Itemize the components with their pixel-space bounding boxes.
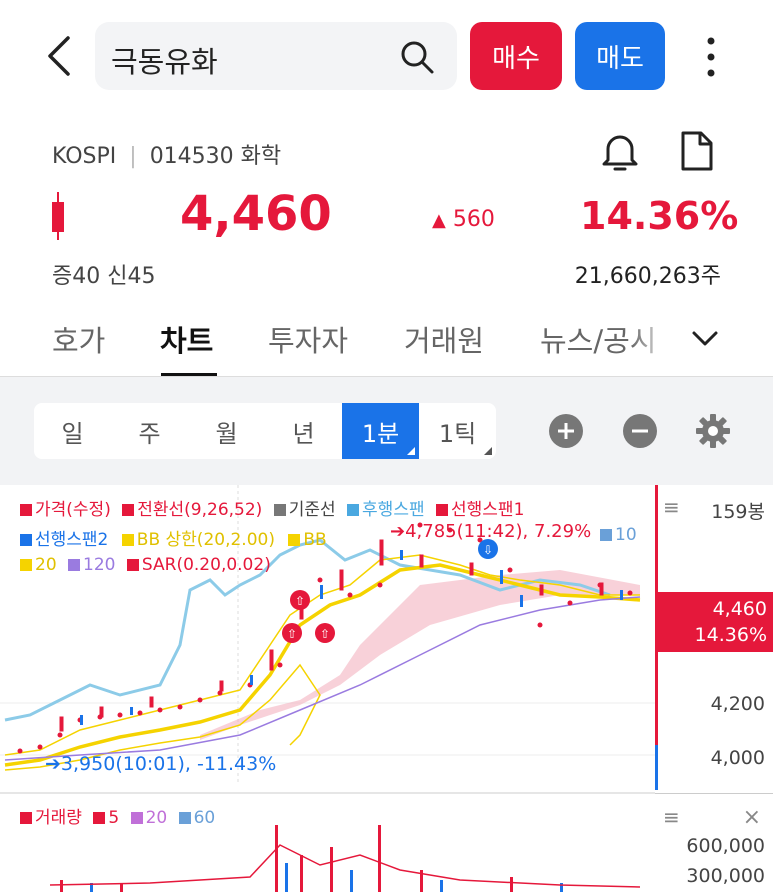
legend-bb-upper: BB 상한(20,2.00) xyxy=(136,530,275,550)
legend-swatch xyxy=(273,504,286,516)
tag-percent: 14.36% xyxy=(694,624,767,646)
legend-swatch xyxy=(126,559,139,571)
legend-base: 기준선 xyxy=(288,500,336,520)
legend-price: 가격(수정) xyxy=(35,500,111,520)
period-year[interactable]: 년 xyxy=(265,403,342,459)
legend-swatch xyxy=(122,504,135,516)
search-bar[interactable]: 극동유화 xyxy=(95,22,457,90)
legend-line-1: 가격(수정) 전환선(9,26,52) 기준선 후행스팬 선행스팬1 xyxy=(20,495,524,520)
chevron-down-icon[interactable] xyxy=(690,328,720,350)
legend-line-3: 20 120 SAR(0.20,0.02) xyxy=(20,555,271,575)
price-change: ▲ 560 xyxy=(432,207,495,232)
close-icon[interactable]: × xyxy=(743,805,761,830)
legend-swatch xyxy=(68,559,81,571)
volume-legend: 거래량 5 20 60 xyxy=(20,803,215,828)
legend-swatch xyxy=(20,559,32,571)
period-week[interactable]: 주 xyxy=(111,403,188,459)
legend-lead1: 선행스팬1 xyxy=(451,500,525,520)
legend-ma10: 10 xyxy=(600,525,637,545)
svg-text:⇧: ⇧ xyxy=(295,594,305,608)
back-arrow-icon[interactable] xyxy=(40,30,80,82)
code-sector: 014530 화학 xyxy=(149,144,282,169)
volume-ma5: 5 xyxy=(108,808,120,828)
legend-line-2: 선행스팬2 BB 상한(20,2.00) BB xyxy=(20,525,327,550)
stock-name: 극동유화 xyxy=(111,45,218,79)
legend-swatch xyxy=(600,529,612,541)
trade-volume: 21,660,263주 xyxy=(574,264,721,289)
tab-investor[interactable]: 투자자 xyxy=(268,318,348,360)
legend-swatch xyxy=(130,812,143,824)
legend-conversion: 전환선(9,26,52) xyxy=(137,500,263,520)
legend-bb-mid: BB xyxy=(303,530,327,550)
legend-swatch xyxy=(288,534,301,546)
svg-text:⇧: ⇧ xyxy=(320,627,330,641)
legend-swatch xyxy=(436,504,449,516)
bell-icon[interactable] xyxy=(600,130,640,172)
period-selector: 일 주 월 년 1분 1틱 xyxy=(34,403,496,459)
legend-ma20: 20 xyxy=(35,555,57,575)
change-value: 560 xyxy=(452,207,495,232)
zoom-out-icon[interactable] xyxy=(622,413,658,449)
zoom-in-icon[interactable] xyxy=(548,413,584,449)
search-icon[interactable] xyxy=(399,39,435,75)
period-1tick[interactable]: 1틱 xyxy=(419,403,496,459)
volume-menu-icon[interactable]: ≡ xyxy=(663,805,680,829)
period-month[interactable]: 월 xyxy=(188,403,265,459)
candle-icon xyxy=(52,192,64,240)
low-annotation-text: 3,950(10:01), -11.43% xyxy=(60,753,277,775)
legend-sar: SAR(0.20,0.02) xyxy=(141,555,271,575)
tab-broker[interactable]: 거래원 xyxy=(404,318,484,360)
price-chart[interactable]: ⇧ ⇧ ⇧ ⇩ 가격(수정) 전환선(9,26,52) 기준선 후행스팬 선행스… xyxy=(0,485,660,892)
change-percent: 14.36% xyxy=(580,194,739,238)
svg-text:⇧: ⇧ xyxy=(287,627,297,641)
legend-ma120: 120 xyxy=(83,555,116,575)
market-info: KOSPI | 014530 화학 xyxy=(52,138,281,170)
y-tick-4200: 4,200 xyxy=(710,693,765,715)
legend-swatch xyxy=(121,534,134,546)
volume-label: 거래량 xyxy=(35,808,82,828)
period-1min-label: 1분 xyxy=(361,419,400,448)
tag-price: 4,460 xyxy=(712,598,767,620)
legend-ma10-label: 10 xyxy=(615,525,637,545)
tab-orderbook[interactable]: 호가 xyxy=(52,318,105,360)
legend-swatch xyxy=(20,504,32,516)
legend-swatch xyxy=(93,812,106,824)
legend-swatch xyxy=(178,812,191,824)
svg-text:⇩: ⇩ xyxy=(483,543,493,557)
buy-button[interactable]: 매수 xyxy=(470,22,562,90)
legend-swatch xyxy=(20,812,32,824)
sell-button[interactable]: 매도 xyxy=(575,22,665,90)
high-annotation-text: 4,785(11:42), 7.29% xyxy=(405,521,592,542)
current-price-tag: 4,460 14.36% xyxy=(656,592,773,652)
axis-marker xyxy=(655,745,658,790)
margin-info: 증40 신45 xyxy=(52,264,156,289)
legend-swatch xyxy=(347,504,360,516)
more-menu-icon[interactable] xyxy=(698,36,724,78)
legend-lagging: 후행스팬 xyxy=(362,500,425,520)
low-annotation: ➔3,950(10:01), -11.43% xyxy=(45,753,277,775)
volume-ma60: 60 xyxy=(193,808,216,828)
current-price: 4,460 xyxy=(180,186,332,242)
period-1tick-label: 1틱 xyxy=(438,419,477,448)
vol-tick-600000: 600,000 xyxy=(686,835,765,857)
up-triangle-icon: ▲ xyxy=(432,210,446,231)
price-axis: ≡ 159봉 4,200 4,000 ≡ × 600,000 300,000 xyxy=(655,485,773,892)
period-1min[interactable]: 1분 xyxy=(342,403,419,459)
bar-count: 159봉 xyxy=(711,501,765,523)
vol-tick-300000: 300,000 xyxy=(686,865,765,887)
market-name: KOSPI xyxy=(52,144,117,169)
legend-swatch xyxy=(20,534,32,546)
divider: | xyxy=(129,144,137,169)
tab-news[interactable]: 뉴스/공시 xyxy=(540,318,670,360)
menu-icon[interactable]: ≡ xyxy=(663,495,680,519)
divider xyxy=(655,793,773,794)
settings-gear-icon[interactable] xyxy=(695,413,731,449)
volume-ma20: 20 xyxy=(145,808,168,828)
high-annotation: ➔4,785(11:42), 7.29% xyxy=(390,521,592,542)
document-icon[interactable] xyxy=(677,130,715,172)
y-tick-4000: 4,000 xyxy=(710,747,765,769)
legend-lead2: 선행스팬2 xyxy=(35,530,109,550)
period-day[interactable]: 일 xyxy=(34,403,111,459)
tab-chart[interactable]: 차트 xyxy=(160,318,213,360)
